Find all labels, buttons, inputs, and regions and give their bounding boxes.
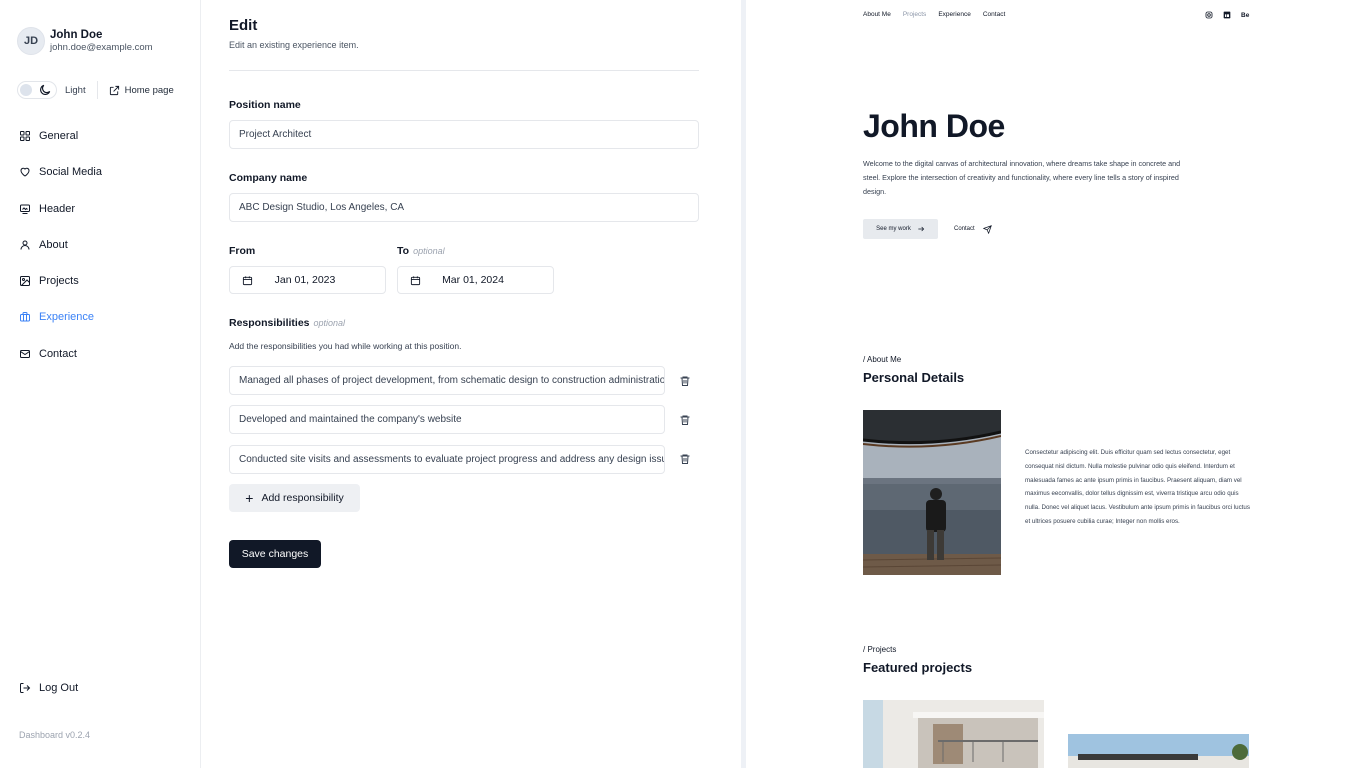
responsibilities-label: Responsibilities xyxy=(229,317,310,329)
version-label: Dashboard v0.2.4 xyxy=(19,730,91,740)
preview-about-text: Consectetur adipiscing elit. Duis effici… xyxy=(1025,449,1250,525)
preview-nav-contact[interactable]: Contact xyxy=(983,11,1005,18)
plus-icon: + xyxy=(245,490,254,506)
responsibilities-description: Add the responsibilities you had while w… xyxy=(229,341,462,351)
grid-icon xyxy=(20,131,30,141)
mail-icon xyxy=(20,349,30,358)
from-date-value: Jan 01, 2023 xyxy=(274,274,336,286)
picture-icon xyxy=(20,276,30,287)
to-date-value: Mar 01, 2024 xyxy=(442,274,504,286)
preview-contact-button[interactable]: Contact xyxy=(954,219,992,239)
editor-panel: Edit Edit an existing experience item. P… xyxy=(201,0,741,768)
user-icon xyxy=(20,240,30,250)
position-name-input[interactable]: Project Architect xyxy=(229,120,699,149)
preview-hero-text: Welcome to the digital canvas of archite… xyxy=(863,159,1181,196)
sidebar-item-label: General xyxy=(39,130,79,142)
preview-nav-experience[interactable]: Experience xyxy=(938,11,971,18)
logout-button[interactable]: Log Out xyxy=(19,682,78,694)
toggle-knob xyxy=(20,84,32,96)
linkedin-icon[interactable] xyxy=(1223,11,1231,19)
sidebar-item-label: Contact xyxy=(39,347,77,360)
company-name-input[interactable]: ABC Design Studio, Los Angeles, CA xyxy=(229,193,699,222)
sidebar-item-about[interactable]: About xyxy=(19,235,102,255)
moon-icon xyxy=(40,84,51,95)
preview-projects-title: Featured projects xyxy=(863,660,973,675)
to-date-picker[interactable]: Mar 01, 2024 xyxy=(397,266,554,294)
sidebar-item-header[interactable]: Header xyxy=(19,199,102,219)
preview-panel: About Me Projects Experience Contact Be … xyxy=(746,0,1366,768)
save-button[interactable]: Save changes xyxy=(229,540,321,568)
preview-project-image-2[interactable] xyxy=(1068,734,1249,768)
from-date-picker[interactable]: Jan 01, 2023 xyxy=(229,266,386,294)
preview-see-work-button[interactable]: See my work xyxy=(863,219,938,239)
preview-see-work-label: See my work xyxy=(876,226,911,232)
responsibilities-optional-label: optional xyxy=(313,318,346,328)
user-name: John Doe xyxy=(50,29,103,41)
sidebar-nav: General Social Media Header About Projec… xyxy=(19,126,102,380)
sidebar-item-label: About xyxy=(39,238,68,251)
sidebar-item-contact[interactable]: Contact xyxy=(19,344,102,364)
responsibility-input-2[interactable]: Developed and maintained the company's w… xyxy=(229,405,665,434)
preview-about-kicker: / About Me xyxy=(863,355,902,364)
sidebar-item-projects[interactable]: Projects xyxy=(19,271,102,291)
theme-label: Light xyxy=(65,84,86,96)
responsibilities-label-row: Responsibilities optional xyxy=(229,317,345,329)
to-label-row: To optional xyxy=(397,245,445,257)
home-page-label: Home page xyxy=(124,84,174,96)
sidebar-item-label: Projects xyxy=(39,275,79,288)
preview-nav-about[interactable]: About Me xyxy=(863,11,891,18)
theme-toggle[interactable] xyxy=(17,81,57,99)
divider xyxy=(96,81,98,99)
preview-contact-label: Contact xyxy=(954,226,975,232)
instagram-icon[interactable] xyxy=(1205,11,1213,19)
heart-icon xyxy=(20,168,30,177)
sidebar-item-label: Experience xyxy=(39,311,95,324)
theme-row: Light Home page xyxy=(17,80,174,100)
logout-label: Log Out xyxy=(39,682,79,694)
preview-about-photo xyxy=(863,410,1001,575)
behance-icon[interactable]: Be xyxy=(1241,12,1249,19)
user-email: john.doe@example.com xyxy=(50,42,153,53)
preview-hero-title: John Doe xyxy=(863,108,1005,144)
external-link-icon xyxy=(109,85,119,95)
trash-icon[interactable] xyxy=(679,453,691,465)
add-responsibility-button[interactable]: + Add responsibility xyxy=(229,484,360,512)
calendar-icon xyxy=(242,275,253,285)
sidebar-item-label: Header xyxy=(39,202,76,215)
divider xyxy=(229,70,699,71)
briefcase-icon xyxy=(20,312,30,322)
trash-icon[interactable] xyxy=(679,414,691,426)
preview-nav-projects[interactable]: Projects xyxy=(903,11,926,18)
preview-project-image-1[interactable] xyxy=(863,700,1044,768)
sidebar: JD John Doe john.doe@example.com Light H… xyxy=(0,0,201,768)
calendar-icon xyxy=(410,275,421,285)
add-responsibility-label: Add responsibility xyxy=(261,492,344,504)
image-icon xyxy=(20,204,30,214)
user-profile: JD John Doe john.doe@example.com xyxy=(17,27,153,55)
page-subtitle: Edit an existing experience item. xyxy=(229,40,359,50)
sidebar-item-social-media[interactable]: Social Media xyxy=(19,162,102,182)
preview-about-title: Personal Details xyxy=(863,370,965,385)
sidebar-item-general[interactable]: General xyxy=(19,126,102,146)
avatar: JD xyxy=(17,27,45,55)
page-title: Edit xyxy=(229,17,258,34)
position-name-label: Position name xyxy=(229,99,301,111)
to-optional-label: optional xyxy=(413,246,445,256)
preview-projects-kicker: / Projects xyxy=(863,645,897,654)
responsibility-input-1[interactable]: Managed all phases of project developmen… xyxy=(229,366,665,395)
home-page-link[interactable]: Home page xyxy=(109,85,174,96)
trash-icon[interactable] xyxy=(679,375,691,387)
sidebar-item-label: Social Media xyxy=(39,166,102,179)
preview-nav: About Me Projects Experience Contact xyxy=(863,11,1017,18)
company-name-label: Company name xyxy=(229,172,308,184)
logout-icon xyxy=(20,683,31,693)
responsibility-input-3[interactable]: Conducted site visits and assessments to… xyxy=(229,445,665,474)
send-icon xyxy=(982,224,992,234)
arrow-right-icon xyxy=(918,226,924,232)
preview-social-links: Be xyxy=(1205,11,1259,19)
to-label: To xyxy=(397,245,410,257)
from-label: From xyxy=(229,245,256,257)
sidebar-item-experience[interactable]: Experience xyxy=(19,307,102,327)
